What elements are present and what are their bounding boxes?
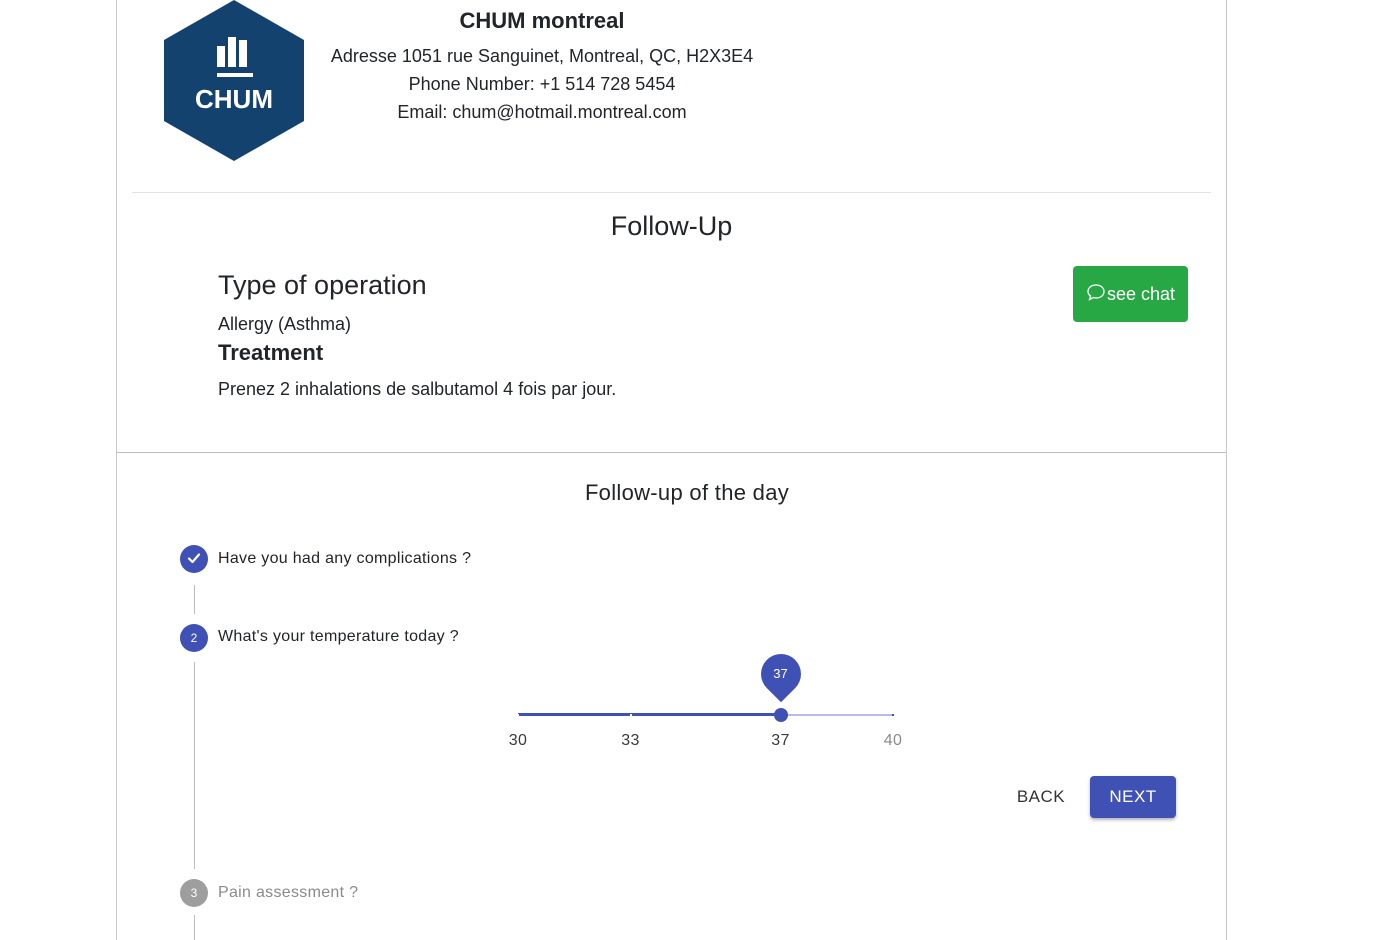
slider-thumb[interactable] — [773, 708, 788, 722]
clinic-name: CHUM montreal — [459, 8, 625, 33]
section-divider — [117, 452, 1226, 453]
header-divider — [132, 192, 1211, 193]
next-button[interactable]: NEXT — [1090, 776, 1176, 818]
step-1-completed-icon — [180, 545, 208, 573]
step-2-label[interactable]: What's your temperature today ? — [218, 627, 459, 647]
slider-mark — [517, 714, 519, 716]
clinic-address: Adresse 1051 rue Sanguinet, Montreal, QC… — [330, 46, 754, 66]
operation-value: Allergy (Asthma) — [218, 314, 352, 334]
clinic-phone: Phone Number: +1 514 728 5454 — [408, 74, 676, 94]
clinic-info: CHUM montreal Adresse 1051 rue Sanguinet… — [327, 0, 757, 126]
slider-mark — [629, 714, 632, 716]
slider-mark-label: 37 — [771, 732, 790, 749]
see-chat-button[interactable]: see chat — [1073, 266, 1188, 322]
clinic-email: Email: chum@hotmail.montreal.com — [397, 102, 687, 122]
chat-bubble-icon — [1086, 282, 1107, 307]
operation-heading: Type of operation — [218, 270, 427, 300]
treatment-value: Prenez 2 inhalations de salbutamol 4 foi… — [218, 379, 617, 399]
main-container: CHUM CHUM montreal Adresse 1051 rue Sang… — [116, 0, 1227, 940]
step-connector — [194, 915, 195, 940]
check-icon — [186, 550, 202, 569]
chum-logo: CHUM — [164, 0, 304, 161]
step-1-label[interactable]: Have you had any complications ? — [218, 549, 471, 569]
logo-text: CHUM — [195, 84, 273, 114]
followup-title: Follow-Up — [610, 211, 733, 241]
step-connector — [194, 585, 195, 614]
treatment-heading: Treatment — [218, 340, 324, 365]
step-2-icon: 2 — [180, 624, 208, 652]
back-button[interactable]: BACK — [1001, 776, 1081, 818]
temperature-slider[interactable]: 30 33 37 40 37 — [509, 645, 902, 760]
see-chat-label: see chat — [1106, 283, 1176, 304]
day-followup-title: Follow-up of the day — [584, 480, 790, 505]
slider-mark-label: 30 — [508, 732, 528, 749]
slider-mark-label: 40 — [883, 732, 903, 749]
slider-mark — [892, 714, 894, 716]
slider-track — [518, 713, 781, 716]
step-3-label[interactable]: Pain assessment ? — [218, 883, 358, 903]
step-3-icon: 3 — [180, 879, 208, 907]
slider-mark-label: 33 — [621, 732, 640, 749]
slider-value-label: 37 — [773, 666, 788, 681]
step-content-line — [194, 662, 195, 869]
